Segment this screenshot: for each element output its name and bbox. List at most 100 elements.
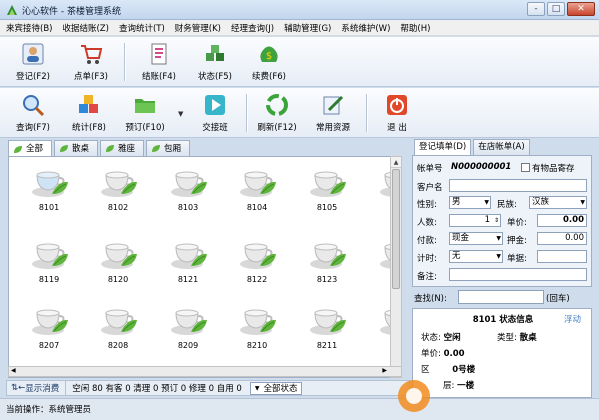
table-8210[interactable]: 8210 xyxy=(227,299,287,361)
scroll-up-icon[interactable]: ▲ xyxy=(391,157,401,168)
scroll-left-icon[interactable]: ◀ xyxy=(11,367,16,374)
menu-aux-management[interactable]: 辅助管理(G) xyxy=(284,22,331,34)
gender-select[interactable]: 男 ▼ xyxy=(449,196,491,209)
tab-register-form[interactable]: 登记填单(D) xyxy=(414,139,472,155)
voucher-input[interactable] xyxy=(537,250,587,263)
teacup-icon xyxy=(240,309,276,335)
storage-checkbox[interactable]: 有物品寄存 xyxy=(521,162,575,174)
price-input[interactable]: 0.00 xyxy=(537,214,587,227)
renew-button[interactable]: $ 续费(F6) xyxy=(242,39,296,85)
people-stepper[interactable]: 1 ⇕ xyxy=(449,214,501,227)
exit-button[interactable]: 退 出 xyxy=(370,90,424,136)
power-icon xyxy=(387,95,407,115)
table-8119[interactable]: 8119 xyxy=(19,233,79,295)
menu-system-maintenance[interactable]: 系统维护(W) xyxy=(341,22,390,34)
magnifier-icon xyxy=(23,95,45,117)
timing-label: 计时: xyxy=(417,254,437,264)
menu-help[interactable]: 帮助(H) xyxy=(400,22,430,34)
toolbar-main: 登记(F2) 点单(F3) 结账(F4) 状态(F5) $ 续费(F6) xyxy=(0,37,599,87)
chevron-down-icon: ▼ xyxy=(496,253,501,260)
close-button[interactable]: ✕ xyxy=(567,2,595,16)
checkout-button[interactable]: 结账(F4) xyxy=(132,39,186,85)
status-counts: 空闲 80 有客 0 清理 0 预订 0 修理 0 自用 0 xyxy=(72,384,242,394)
timing-select[interactable]: 无 ▼ xyxy=(449,250,503,263)
table-8123[interactable]: 8123 xyxy=(297,233,357,295)
common-resources-button[interactable]: 常用资源 xyxy=(306,90,360,136)
table-number: 8121 xyxy=(177,275,199,284)
table-8121[interactable]: 8121 xyxy=(158,233,218,295)
table-81[interactable]: 81 xyxy=(367,233,391,295)
table-8208[interactable]: 8208 xyxy=(88,299,148,361)
register-button[interactable]: 登记(F2) xyxy=(6,39,60,85)
teacup-icon xyxy=(32,309,68,335)
app-logo-icon xyxy=(7,5,17,15)
chevron-down-icon: ▼ xyxy=(484,199,489,206)
menu-query-stats[interactable]: 查询统计(T) xyxy=(119,22,165,34)
register-form: 帐单号 N000000001 有物品寄存 客户名 性别: 男 ▼ 民族: 汉族 ▼ … xyxy=(412,155,592,287)
maximize-button[interactable]: □ xyxy=(547,2,565,16)
scroll-right-icon[interactable]: ▶ xyxy=(382,367,387,374)
note-input[interactable] xyxy=(449,268,587,281)
menu-manager-query[interactable]: 经理查询(J) xyxy=(231,22,274,34)
order-button[interactable]: 点单(F3) xyxy=(64,39,118,85)
tab-open-tables[interactable]: 散桌 xyxy=(54,140,99,156)
table-8120[interactable]: 8120 xyxy=(88,233,148,295)
menu-checkout[interactable]: 收据结账(Z) xyxy=(62,22,108,34)
table-number: 8209 xyxy=(177,341,199,350)
deposit-input[interactable]: 0.00 xyxy=(537,232,587,245)
status-button[interactable]: 状态(F5) xyxy=(188,39,242,85)
ethnic-select[interactable]: 汉族 ▼ xyxy=(529,196,587,209)
teacup-icon xyxy=(101,171,137,197)
table-number: 82 xyxy=(367,341,391,350)
float-link[interactable]: 浮动 xyxy=(564,313,581,325)
guest-name-input[interactable] xyxy=(449,179,587,192)
table-number: 8122 xyxy=(246,275,268,284)
menu-reception[interactable]: 来宾接待(B) xyxy=(6,22,52,34)
tab-private-rooms[interactable]: 包厢 xyxy=(146,140,191,156)
minimize-button[interactable]: - xyxy=(527,2,545,16)
tab-all[interactable]: 全部 xyxy=(8,140,53,157)
table-8207[interactable]: 8207 xyxy=(19,299,79,361)
statistics-button[interactable]: 统计(F8) xyxy=(62,90,116,136)
scroll-thumb[interactable] xyxy=(392,169,400,289)
table-8105[interactable]: 8105 xyxy=(297,161,357,223)
table-8101[interactable]: 8101 xyxy=(19,161,79,223)
table-81[interactable]: 81 xyxy=(367,161,391,223)
menu-finance[interactable]: 财务管理(K) xyxy=(175,22,221,34)
table-82[interactable]: 82 xyxy=(367,299,391,361)
horizontal-scrollbar[interactable]: ◀ ▶ xyxy=(8,366,402,377)
table-8104[interactable]: 8104 xyxy=(227,161,287,223)
table-8122[interactable]: 8122 xyxy=(227,233,287,295)
search-input[interactable] xyxy=(458,290,544,304)
refresh-button[interactable]: 刷新(F12) xyxy=(250,90,304,136)
table-number: 8105 xyxy=(316,203,338,212)
tab-in-store-bills[interactable]: 在店帐单(A) xyxy=(473,139,530,155)
table-8211[interactable]: 8211 xyxy=(297,299,357,361)
status-filter-select[interactable]: ▼ 全部状态 xyxy=(249,381,303,395)
table-8102[interactable]: 8102 xyxy=(88,161,148,223)
reserve-button[interactable]: 预订(F10) xyxy=(118,90,172,136)
teacup-icon xyxy=(240,171,276,197)
show-consumption-toggle[interactable]: ⇅← 显示消费 xyxy=(7,381,67,395)
reserve-dropdown-icon[interactable]: ▼ xyxy=(178,110,183,118)
teacup-icon xyxy=(310,309,346,335)
teacup-icon xyxy=(101,309,137,335)
shift-handover-button[interactable]: 交接班 xyxy=(188,90,242,136)
table-8103[interactable]: 8103 xyxy=(158,161,218,223)
teacup-icon xyxy=(32,171,68,197)
vertical-scrollbar[interactable]: ▲ ▼ xyxy=(390,156,402,378)
spin-icon[interactable]: ⇕ xyxy=(494,215,499,226)
query-button[interactable]: 查询(F7) xyxy=(6,90,60,136)
tab-private-seats[interactable]: 雅座 xyxy=(100,140,145,156)
table-number: 8101 xyxy=(38,203,60,212)
chevron-down-icon: ▼ xyxy=(496,235,501,242)
table-status-info: 8101 状态信息 浮动 状态: 空闲 类型: 散桌 单价: 0.00 区 0号… xyxy=(412,308,592,398)
table-number: 8123 xyxy=(316,275,338,284)
payment-select[interactable]: 现金 ▼ xyxy=(449,232,503,245)
right-tabs: 登记填单(D) 在店帐单(A) xyxy=(414,139,532,155)
toolbar-separator xyxy=(366,94,367,132)
info-price-row: 单价: 0.00 xyxy=(421,349,465,359)
window-title: 沁心软件 - 茶楼管理系统 xyxy=(22,7,121,17)
table-8209[interactable]: 8209 xyxy=(158,299,218,361)
menu-bar: 来宾接待(B) 收据结账(Z) 查询统计(T) 财务管理(K) 经理查询(J) … xyxy=(0,20,599,36)
